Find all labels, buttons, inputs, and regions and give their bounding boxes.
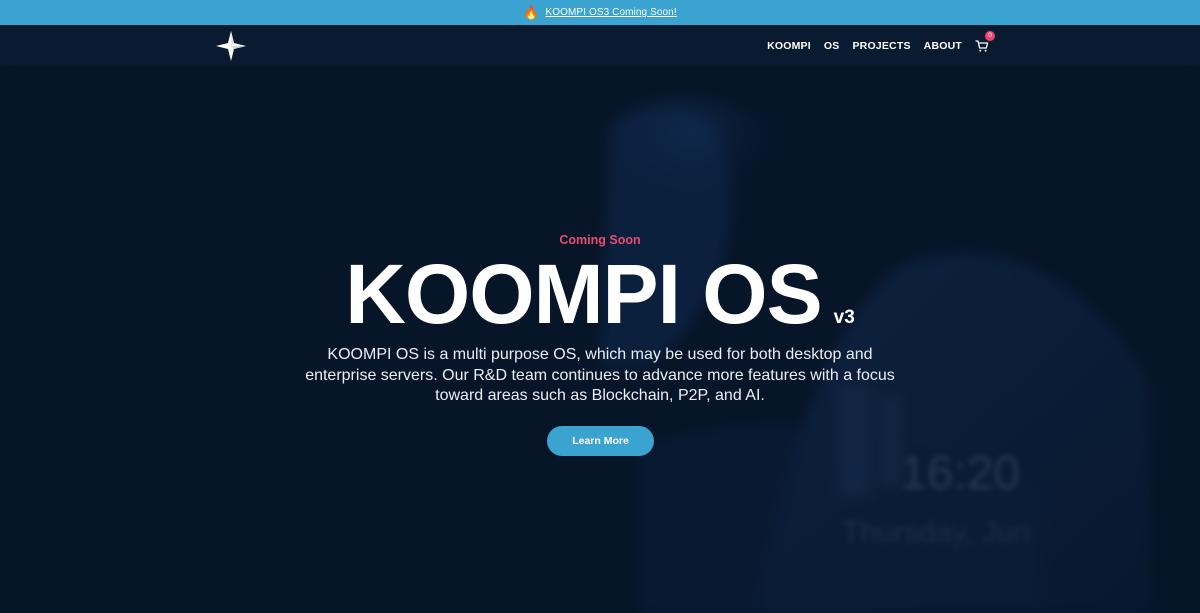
navbar: KOOMPI OS PROJECTS ABOUT 0 <box>0 25 1200 66</box>
announcement-bar: 🔥 KOOMPI OS3 Coming Soon! <box>0 0 1200 25</box>
nav-link-projects[interactable]: PROJECTS <box>852 40 910 52</box>
coming-soon-label: Coming Soon <box>559 233 641 247</box>
koompi-logo-icon[interactable] <box>215 30 247 62</box>
hero-title-text: KOOMPI OS <box>345 247 822 341</box>
cart-button[interactable]: 0 <box>975 30 995 53</box>
hero-title: KOOMPI OS v3 <box>0 246 1200 342</box>
nav-link-koompi[interactable]: KOOMPI <box>767 40 811 52</box>
cart-count-badge: 0 <box>985 30 995 41</box>
nav-link-about[interactable]: ABOUT <box>924 40 962 52</box>
cart-icon <box>975 39 989 52</box>
nav-link-os[interactable]: OS <box>824 40 840 52</box>
announcement-link[interactable]: KOOMPI OS3 Coming Soon! <box>545 7 676 18</box>
background-clock-text: 16:20 <box>900 447 1021 500</box>
hero-description: KOOMPI OS is a multi purpose OS, which m… <box>305 346 895 404</box>
fire-icon: 🔥 <box>523 5 540 20</box>
nav-links: KOOMPI OS PROJECTS ABOUT 0 <box>767 25 995 66</box>
version-label: v3 <box>833 307 855 328</box>
hero-section: 16:20 Thursday, Jun Coming Soon KOOMPI O… <box>0 66 1200 613</box>
background-date-text: Thursday, Jun <box>842 516 1030 549</box>
learn-more-button[interactable]: Learn More <box>547 426 654 456</box>
